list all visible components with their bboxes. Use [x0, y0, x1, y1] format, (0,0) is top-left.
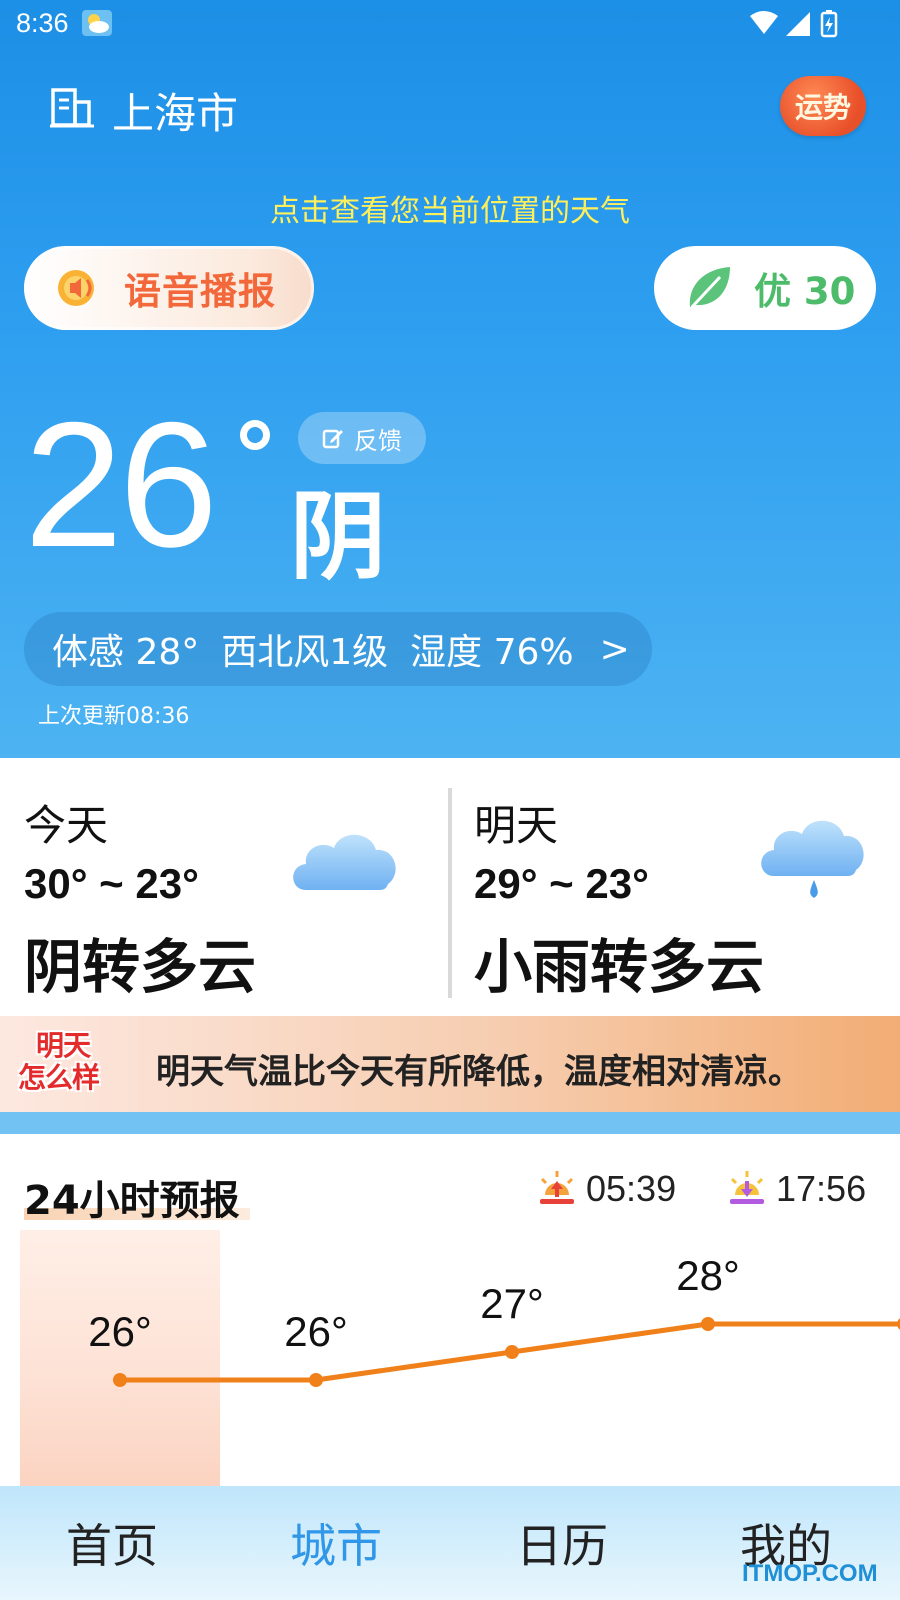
humidity: 湿度 76% — [410, 632, 574, 673]
feedback-button[interactable]: 反馈 — [298, 412, 426, 464]
daily-forecast-cards: 今天 30° ~ 23° 阴转多云 明天 29° ~ 23° 小雨转多云 — [0, 758, 900, 1016]
today-card[interactable]: 今天 30° ~ 23° 阴转多云 — [0, 758, 450, 1016]
weather-details-button[interactable]: 体感 28° 西北风1级 湿度 76% > — [24, 612, 652, 686]
hourly-title: 24小时预报 — [24, 1178, 240, 1224]
temperature-label: 28° — [676, 1252, 740, 1299]
current-temperature: 26 — [24, 385, 218, 584]
sunrise-time: 05:39 — [586, 1168, 677, 1209]
edit-icon — [322, 429, 343, 449]
chevron-right-icon: > — [599, 628, 630, 670]
leaf-icon — [689, 267, 730, 309]
temperature-point — [113, 1373, 127, 1387]
current-location-hint[interactable]: 点击查看您当前位置的天气 — [0, 186, 900, 230]
status-time: 8:36 — [16, 8, 69, 38]
feedback-label: 反馈 — [354, 426, 402, 455]
city-name[interactable]: 上海市 — [112, 80, 238, 141]
hourly-forecast: 24小时预报 05:39 17:56 26°26°27°28°28° — [0, 1134, 900, 1486]
signal-icon — [786, 12, 810, 36]
temperature-label: 26° — [284, 1308, 348, 1355]
tomorrow-label: 明天 — [474, 801, 559, 850]
today-condition: 阴转多云 — [24, 933, 257, 1001]
tomorrow-condition: 小雨转多云 — [474, 933, 765, 1001]
wifi-icon — [750, 11, 778, 34]
temperature-point — [701, 1317, 715, 1331]
nav-city[interactable]: 城市 — [236, 1510, 436, 1576]
temperature-label: 26° — [88, 1308, 152, 1355]
tomorrow-tip-banner[interactable]: 明天 怎么样 明天气温比今天有所降低，温度相对清凉。 — [0, 1016, 900, 1112]
feels-like: 体感 28° — [52, 632, 200, 673]
tomorrow-badge: 明天 怎么样 — [18, 1030, 122, 1100]
temperature-point — [309, 1373, 323, 1387]
status-bar: 8:36 — [0, 0, 900, 48]
air-quality-label: 优 30 — [754, 270, 856, 313]
sunset-time: 17:56 — [776, 1168, 867, 1209]
sunset: 17:56 — [726, 1168, 866, 1210]
watermark: ITMOP.COM — [742, 1560, 878, 1587]
building-icon[interactable] — [50, 86, 94, 128]
badge-line-2: 怎么样 — [18, 1061, 100, 1094]
badge-line-1: 明天 — [36, 1029, 91, 1062]
wind: 西北风1级 — [221, 632, 389, 673]
last-updated: 上次更新08:36 — [38, 704, 190, 729]
temperature-point — [505, 1345, 519, 1359]
tip-text: 明天气温比今天有所降低，温度相对清凉。 — [156, 1052, 802, 1092]
partly-cloudy-icon — [82, 10, 112, 36]
today-label: 今天 — [24, 801, 109, 850]
tomorrow-temperature-range: 29° ~ 23° — [474, 860, 649, 907]
rain-cloud-icon — [761, 820, 864, 898]
air-quality-button[interactable]: 优 30 — [654, 246, 876, 330]
today-temperature-range: 30° ~ 23° — [24, 860, 199, 907]
sunrise-icon — [540, 1171, 574, 1204]
hourly-temperature-chart: 26°26°27°28°28° — [88, 1252, 900, 1387]
tomorrow-card[interactable]: 明天 29° ~ 23° 小雨转多云 — [450, 758, 900, 1016]
sunrise: 05:39 — [536, 1168, 676, 1210]
nav-home[interactable]: 首页 — [12, 1510, 212, 1576]
sunset-icon — [730, 1171, 764, 1204]
nav-calendar[interactable]: 日历 — [462, 1510, 662, 1576]
current-condition: 阴 — [290, 481, 386, 593]
voice-broadcast-button[interactable]: 语音播报 — [24, 246, 314, 330]
voice-broadcast-label: 语音播报 — [124, 270, 276, 313]
degree-symbol — [240, 420, 270, 450]
fortune-button[interactable]: 运势 — [780, 76, 866, 136]
speaker-icon — [58, 270, 94, 306]
cloud-icon — [293, 834, 396, 890]
temperature-label: 27° — [480, 1280, 544, 1327]
weather-hero: 8:36 上海市 运势 点击查看您当前位置的天气 语音播报 优 30 26 反馈… — [0, 0, 900, 758]
system-status-icons — [750, 10, 838, 38]
section-gap — [0, 1112, 900, 1134]
